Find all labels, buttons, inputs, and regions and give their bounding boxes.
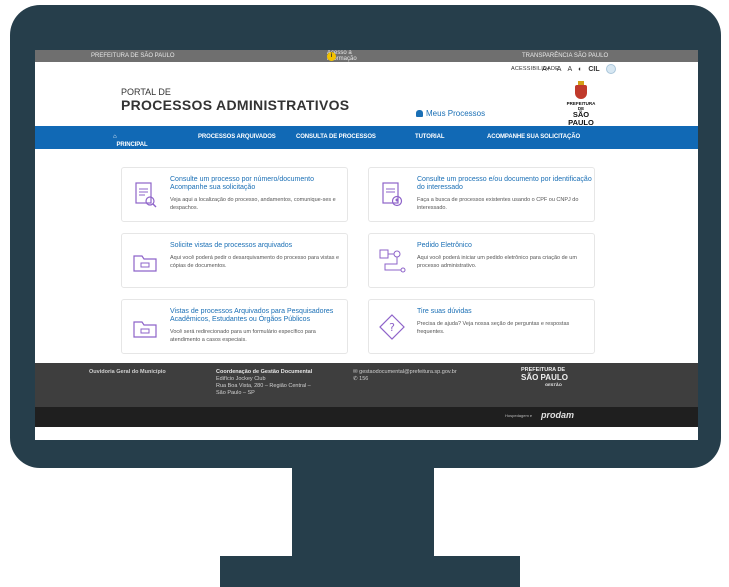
nav-principal[interactable]: ⌂ PRINCIPAL bbox=[113, 134, 148, 148]
prefeitura-link[interactable]: PREFEITURA DE SÃO PAULO bbox=[91, 53, 175, 59]
portal-subtitle: PORTAL DE bbox=[121, 87, 171, 97]
font-increase-button[interactable]: A+ bbox=[542, 66, 551, 73]
flow-icon bbox=[379, 249, 406, 273]
footer-prefeitura-logo[interactable]: PREFEITURA DE SÃO PAULO GESTÃO bbox=[505, 367, 568, 387]
card-consulta-interessado[interactable]: Consulte um processo e/ou documento por … bbox=[368, 167, 595, 222]
info-icon: i bbox=[327, 51, 336, 61]
cil-button[interactable]: CIL bbox=[588, 66, 599, 73]
card-description: Veja aqui a localização do processo, and… bbox=[170, 197, 336, 211]
nav-principal-label: PRINCIPAL bbox=[116, 142, 148, 148]
city-crest-icon bbox=[575, 81, 587, 99]
top-bar: PREFEITURA DE SÃO PAULO Acesso à informa… bbox=[35, 50, 698, 62]
hosting-label: Hospedagem e bbox=[505, 413, 533, 418]
card-vistas-arquivados[interactable]: Solicite vistas de processos arquivados … bbox=[121, 233, 348, 288]
card-title: Vistas de processos Arquivados para Pesq… bbox=[170, 308, 334, 323]
user-icon bbox=[416, 110, 423, 117]
footer-contact: ✉ gestaodocumental@prefeitura.sp.gov.br … bbox=[353, 369, 457, 383]
prodam-logo[interactable]: prodam bbox=[541, 410, 574, 420]
monitor-screen: PREFEITURA DE SÃO PAULO Acesso à informa… bbox=[35, 50, 698, 440]
nav-tutorial[interactable]: TUTORIAL bbox=[415, 134, 445, 140]
card-pedido-eletronico[interactable]: Pedido Eletrônico Aqui você poderá inici… bbox=[368, 233, 595, 288]
footer-address: Coordenação de Gestão Documental Edifíci… bbox=[216, 369, 312, 397]
footer: Ouvidoria Geral do Município Coordenação… bbox=[35, 363, 698, 407]
card-description: Faça a busca de processos existentes usa… bbox=[417, 197, 579, 211]
font-normal-button[interactable]: A bbox=[557, 66, 562, 73]
card-title: Pedido Eletrônico bbox=[417, 242, 472, 249]
portal-title[interactable]: PROCESSOS ADMINISTRATIVOS bbox=[121, 97, 349, 113]
card-consulta-numero[interactable]: Consulte um processo por número/document… bbox=[121, 167, 348, 222]
coord-title: Coordenação de Gestão Documental bbox=[216, 369, 313, 375]
contrast-button[interactable]: ◐ bbox=[578, 66, 582, 73]
svg-text:?: ? bbox=[389, 321, 395, 334]
main-content: Consulte um processo por número/document… bbox=[35, 149, 698, 363]
libras-hand-icon[interactable] bbox=[605, 64, 616, 74]
card-title: Consulte um processo e/ou documento por … bbox=[417, 176, 592, 191]
transparencia-link[interactable]: TRANSPARÊNCIA SÃO PAULO bbox=[522, 53, 608, 59]
monitor-base bbox=[220, 556, 520, 587]
archive-folder-icon bbox=[133, 321, 157, 338]
my-processes-link[interactable]: Meus Processos bbox=[416, 109, 485, 118]
nav-acompanhe[interactable]: ACOMPANHE SUA SOLICITAÇÃO bbox=[487, 134, 580, 140]
font-decrease-button[interactable]: A bbox=[567, 66, 572, 73]
footer-logo-line-3: GESTÃO bbox=[545, 382, 562, 387]
coord-line-3: São Paulo – SP bbox=[216, 390, 255, 396]
question-icon: ? bbox=[379, 314, 405, 340]
prefeitura-logo[interactable]: PREFEITURA DE SÃO PAULO bbox=[565, 81, 597, 127]
card-tire-duvidas[interactable]: ? Tire suas dúvidas Precisa de ajuda? Ve… bbox=[368, 299, 595, 354]
card-description: Precisa de ajuda? Veja nossa seção de pe… bbox=[417, 321, 570, 335]
monitor-neck bbox=[292, 465, 434, 557]
header: PORTAL DE PROCESSOS ADMINISTRATIVOS Meus… bbox=[35, 76, 698, 127]
card-description: Aqui você poderá pedir o desarquivamento… bbox=[170, 255, 340, 269]
my-processes-label: Meus Processos bbox=[426, 109, 486, 118]
main-nav: ⌂ PRINCIPAL PROCESSOS ARQUIVADOS CONSULT… bbox=[35, 126, 698, 149]
nav-processos-arquivados[interactable]: PROCESSOS ARQUIVADOS bbox=[198, 134, 276, 140]
accessibility-bar: ACESSIBILIDADE A+ A A ◐ CIL bbox=[35, 62, 698, 76]
document-search-icon bbox=[135, 182, 157, 208]
email-link[interactable]: gestaodocumental@prefeitura.sp.gov.br bbox=[359, 369, 457, 375]
archive-folder-icon bbox=[133, 255, 157, 272]
accessibility-buttons: A+ A A ◐ CIL bbox=[542, 64, 616, 74]
card-description: Aqui você poderá iniciar um pedido eletr… bbox=[417, 255, 577, 269]
phone-icon: ✆ bbox=[353, 376, 358, 382]
card-title: Tire suas dúvidas bbox=[417, 308, 472, 315]
card-title: Consulte um processo por número/document… bbox=[170, 176, 314, 191]
mail-icon: ✉ bbox=[353, 369, 358, 375]
card-title: Solicite vistas de processos arquivados bbox=[170, 242, 293, 249]
document-person-icon bbox=[382, 182, 403, 207]
card-description: Você será redirecionado para um formulár… bbox=[170, 329, 316, 343]
phone-number: 156 bbox=[359, 376, 369, 382]
card-vistas-pesquisadores[interactable]: Vistas de processos Arquivados para Pesq… bbox=[121, 299, 348, 354]
sub-footer: Hospedagem e prodam bbox=[35, 407, 698, 427]
coord-line-1: Edifício Jockey Club bbox=[216, 376, 266, 382]
logo-line-2: SÃO PAULO bbox=[568, 110, 594, 127]
ouvidoria-link[interactable]: Ouvidoria Geral do Município bbox=[89, 369, 166, 375]
nav-consulta-processos[interactable]: CONSULTA DE PROCESSOS bbox=[296, 134, 376, 140]
footer-logo-line-2: SÃO PAULO bbox=[521, 373, 568, 382]
coord-line-2: Rua Boa Vista, 280 – Região Central – bbox=[216, 383, 311, 389]
